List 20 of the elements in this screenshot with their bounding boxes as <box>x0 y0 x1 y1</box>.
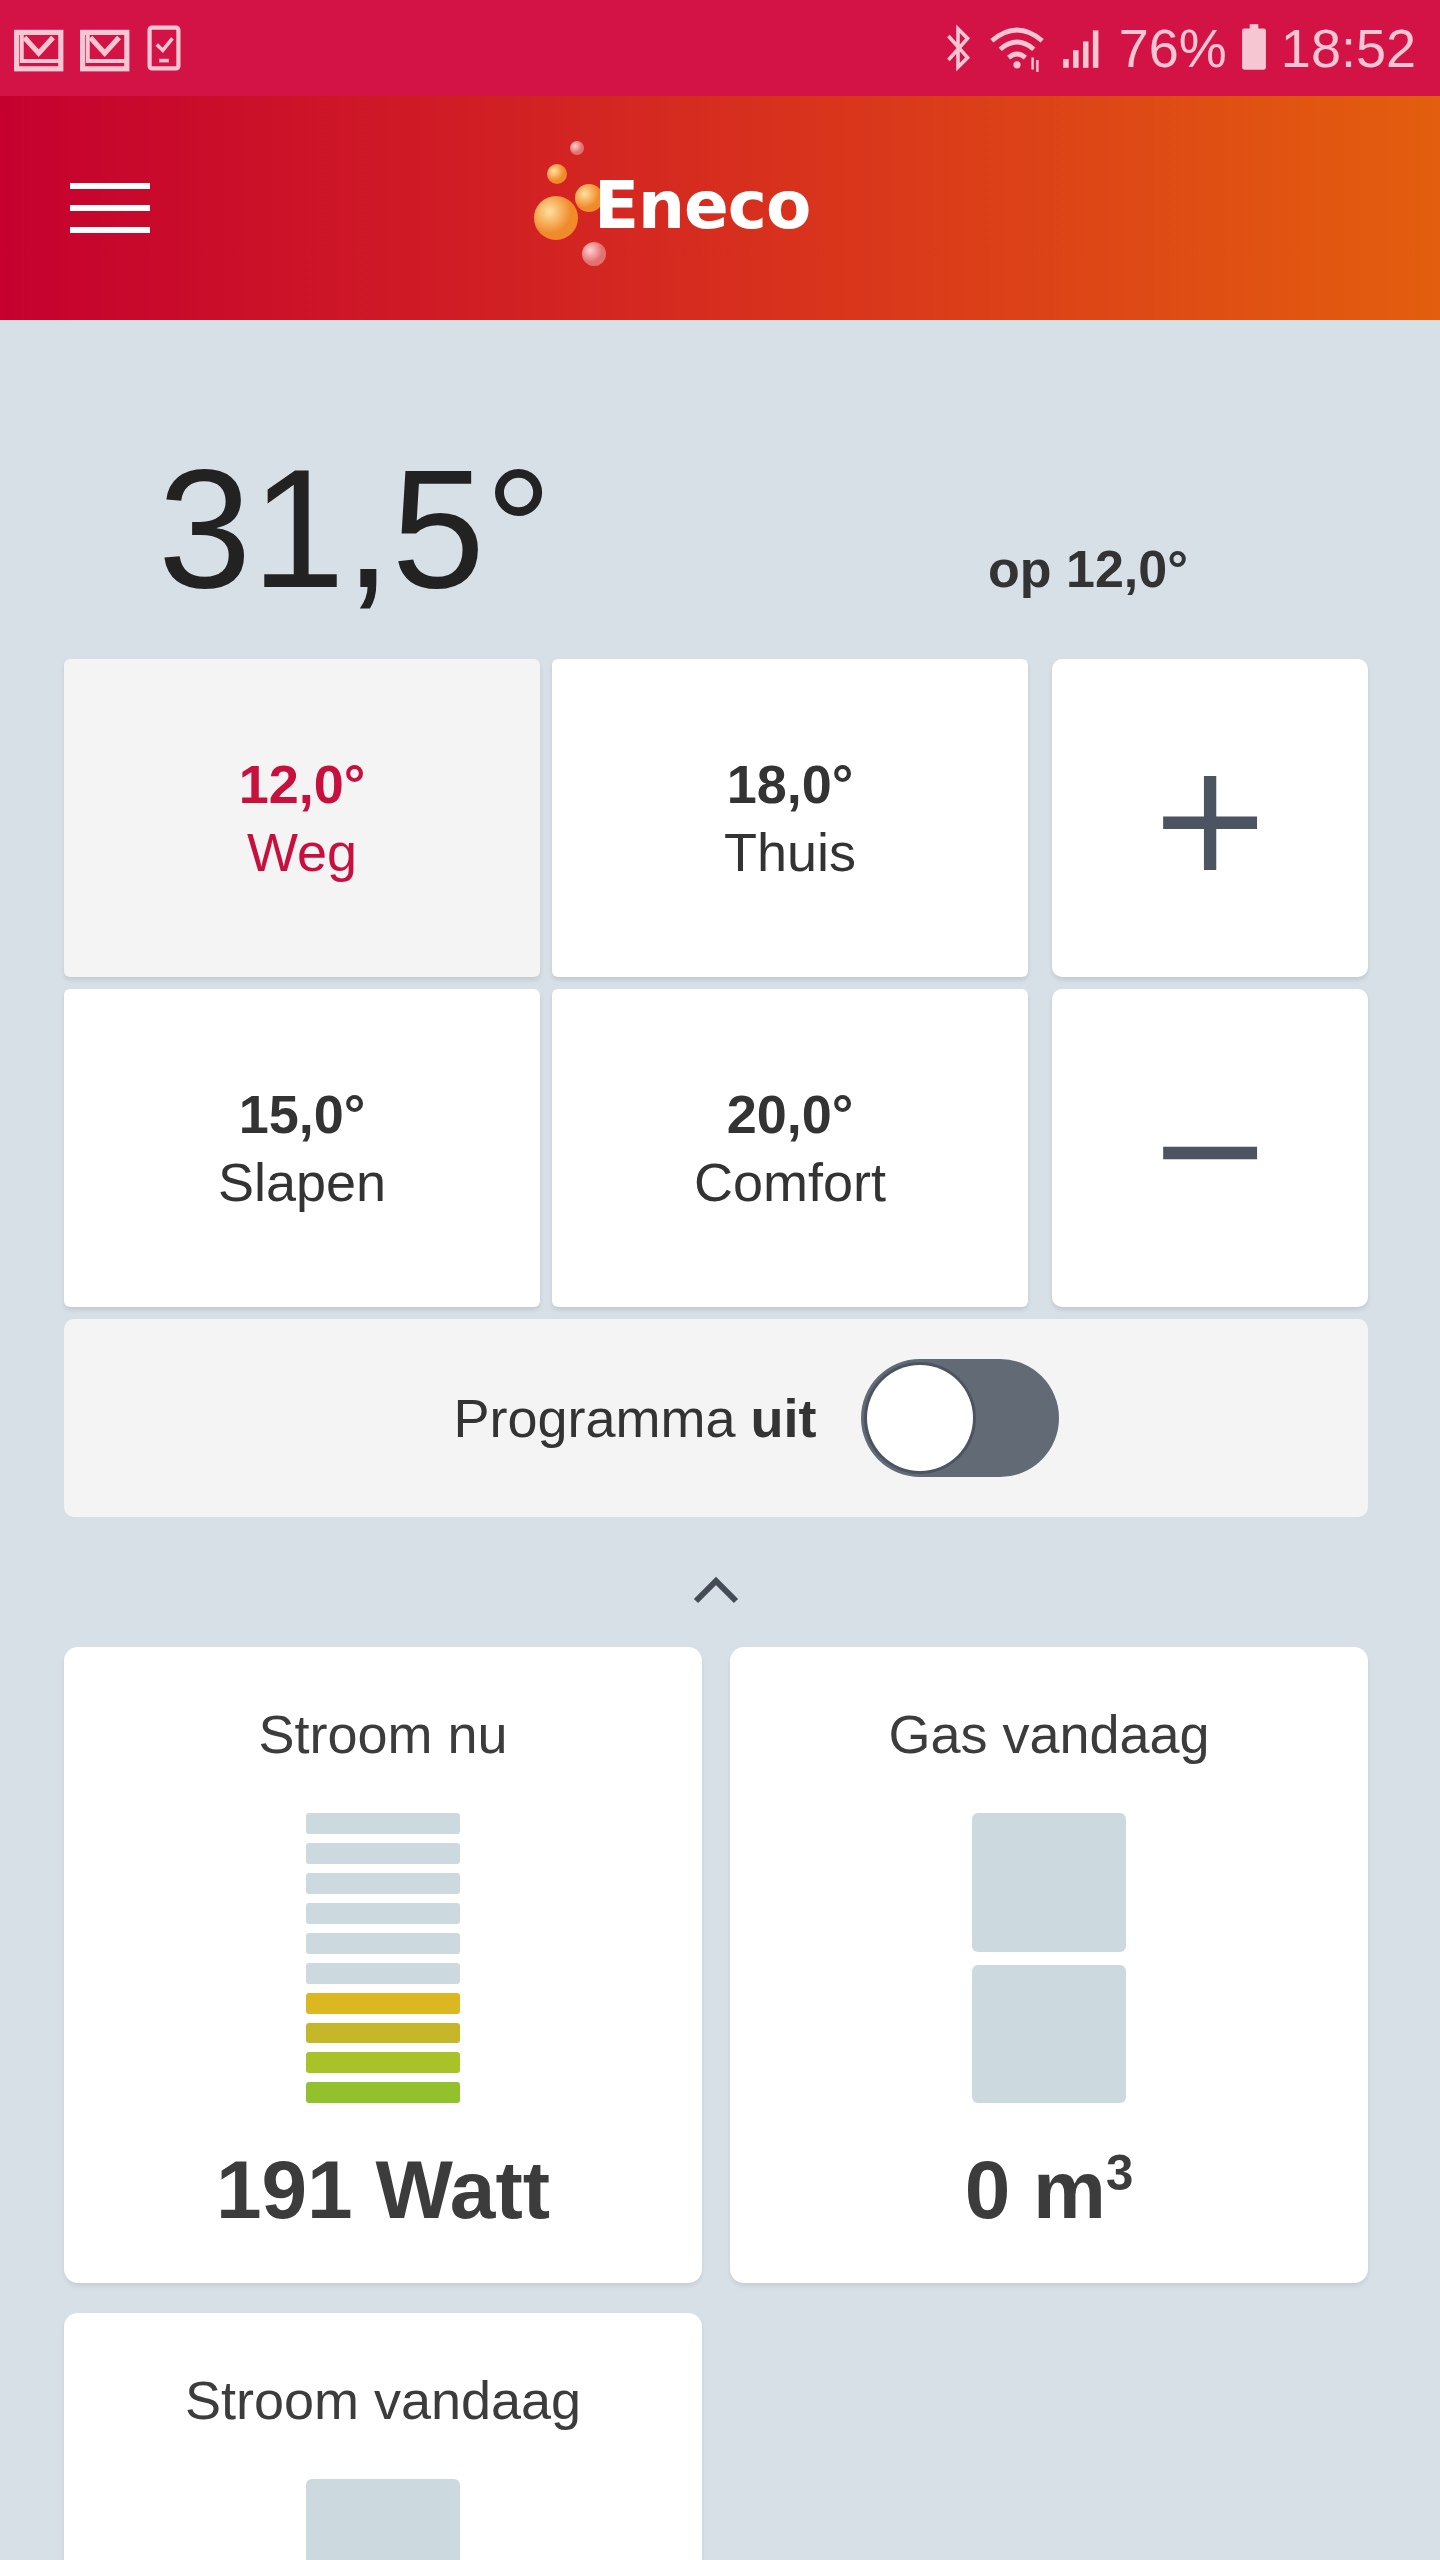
battery-icon <box>1240 24 1267 72</box>
clipboard-check-icon <box>146 23 182 73</box>
logo-text: Eneco <box>594 166 811 244</box>
menu-button[interactable] <box>70 183 150 233</box>
card-title: Stroom vandaag <box>184 2369 582 2432</box>
clock: 18:52 <box>1280 17 1416 79</box>
preset-button[interactable]: 15,0° Slapen <box>64 989 540 1308</box>
program-label: Programma uit <box>453 1387 817 1450</box>
setpoint-text: op 12,0° <box>988 539 1188 601</box>
preset-button[interactable]: 12,0° Weg <box>64 659 540 978</box>
meter-reading: 191 Watt <box>215 2143 551 2238</box>
preset-button[interactable]: 18,0° Thuis <box>552 659 1028 978</box>
chevron-up-icon[interactable] <box>691 1575 741 1606</box>
meter-reading: 0 m$^{3}$ <box>964 2143 1134 2238</box>
decrease-button[interactable]: − <box>1052 989 1368 1308</box>
card-title: Stroom nu <box>258 1703 508 1766</box>
preset-button[interactable]: 20,0° Comfort <box>552 989 1028 1308</box>
battery-percentage: 76% <box>1118 17 1227 79</box>
increase-button[interactable]: + <box>1052 659 1368 978</box>
card-title: Gas vandaag <box>888 1703 1210 1766</box>
